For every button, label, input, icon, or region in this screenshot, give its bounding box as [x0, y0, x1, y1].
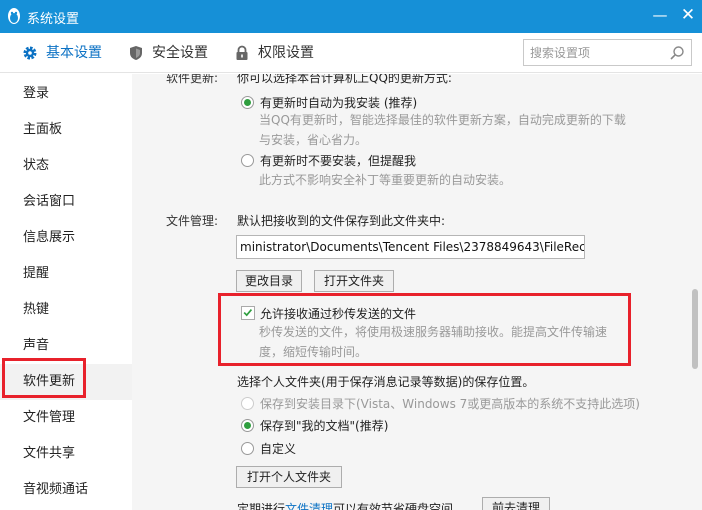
sidebar-item-av-call[interactable]: 音视频通话: [0, 472, 132, 508]
update-auto-label[interactable]: 有更新时自动为我安装 (推荐): [260, 94, 417, 111]
sidebar-item-reminders[interactable]: 提醒: [0, 256, 132, 292]
cleanup-text: 定期进行文件清理可以有效节省硬盘空间。: [237, 500, 465, 510]
highlight-box-instant-send: [218, 293, 631, 366]
gear-icon: [23, 46, 37, 60]
save-custom-label[interactable]: 自定义: [260, 440, 296, 457]
update-section-label: 软件更新:: [166, 74, 219, 85]
tab-basic-settings[interactable]: 基本设置: [22, 33, 112, 73]
window-title: 系统设置: [27, 12, 80, 27]
update-auto-radio[interactable]: [241, 96, 254, 109]
sidebar-item-hotkeys[interactable]: 热键: [0, 292, 132, 328]
update-notify-hint: 此方式不影响安全补丁等重要更新的自动安装。: [259, 173, 512, 187]
tab-permission-settings[interactable]: 权限设置: [234, 33, 324, 73]
highlight-box-sidebar: [2, 358, 86, 398]
receive-folder-path-field[interactable]: ministrator\Documents\Tencent Files\2378…: [236, 235, 585, 259]
sidebar-item-status[interactable]: 状态: [0, 148, 132, 184]
update-notify-label[interactable]: 有更新时不要安装，但提醒我: [260, 152, 416, 169]
personal-folder-intro: 选择个人文件夹(用于保存消息记录等数据)的保存位置。: [237, 375, 535, 389]
tab-basic-settings-label: 基本设置: [46, 45, 102, 61]
save-install-dir-label[interactable]: 保存到安装目录下(Vista、Windows 7或更高版本的系统不支持此选项): [260, 395, 640, 412]
sidebar-item-chat-window[interactable]: 会话窗口: [0, 184, 132, 220]
settings-content: 软件更新: 你可以选择本台计算机上QQ的更新方式: 有更新时自动为我安装 (推荐…: [132, 74, 688, 510]
sidebar-item-file-management[interactable]: 文件管理: [0, 400, 132, 436]
save-my-docs-radio[interactable]: [241, 419, 254, 432]
update-intro-text: 你可以选择本台计算机上QQ的更新方式:: [237, 74, 452, 85]
sidebar-item-main-panel[interactable]: 主面板: [0, 112, 132, 148]
tab-permission-settings-label: 权限设置: [258, 45, 314, 61]
save-custom-radio[interactable]: [241, 442, 254, 455]
cleanup-link[interactable]: 文件清理: [285, 502, 333, 510]
update-auto-hint-line2: 与安装，省心省力。: [259, 133, 368, 147]
shield-icon: [130, 46, 142, 60]
tab-security-settings[interactable]: 安全设置: [128, 33, 218, 73]
sidebar-item-info-display[interactable]: 信息展示: [0, 220, 132, 256]
sidebar-item-file-sharing[interactable]: 文件共享: [0, 436, 132, 472]
files-section-label: 文件管理:: [166, 214, 219, 228]
open-folder-button[interactable]: 打开文件夹: [314, 270, 394, 292]
search-icon[interactable]: [669, 45, 685, 61]
tab-security-settings-label: 安全设置: [152, 45, 208, 61]
cleanup-text-post: 可以有效节省硬盘空间。: [333, 502, 466, 510]
search-box[interactable]: [523, 39, 692, 66]
scrollbar-thumb[interactable]: [692, 289, 698, 369]
sidebar-item-login[interactable]: 登录: [0, 76, 132, 112]
content-scrollbar[interactable]: [688, 74, 702, 510]
cleanup-text-pre: 定期进行: [237, 502, 286, 510]
go-cleanup-button[interactable]: 前去清理: [482, 497, 550, 510]
save-my-docs-label[interactable]: 保存到"我的文档"(推荐): [260, 417, 388, 434]
close-button[interactable]: ✕: [678, 5, 698, 25]
open-personal-folder-button[interactable]: 打开个人文件夹: [236, 466, 342, 488]
update-notify-radio[interactable]: [241, 154, 254, 167]
qq-penguin-icon: [8, 8, 20, 24]
save-install-dir-radio[interactable]: [241, 397, 254, 410]
change-directory-button[interactable]: 更改目录: [236, 270, 302, 292]
search-input[interactable]: [530, 44, 660, 61]
files-intro-text: 默认把接收到的文件保存到此文件夹中:: [237, 214, 446, 228]
minimize-button[interactable]: —: [650, 5, 670, 25]
lock-icon: [236, 45, 248, 60]
update-auto-hint-line1: 当QQ有更新时，智能选择最佳的软件更新方案，自动完成更新的下载: [259, 113, 626, 127]
top-navigation: 基本设置 安全设置 权限设置: [0, 33, 702, 73]
sidebar: 登录 主面板 状态 会话窗口 信息展示 提醒 热键 声音 软件更新 文件管理 文…: [0, 74, 132, 510]
title-bar: 系统设置 — ✕: [0, 0, 702, 33]
